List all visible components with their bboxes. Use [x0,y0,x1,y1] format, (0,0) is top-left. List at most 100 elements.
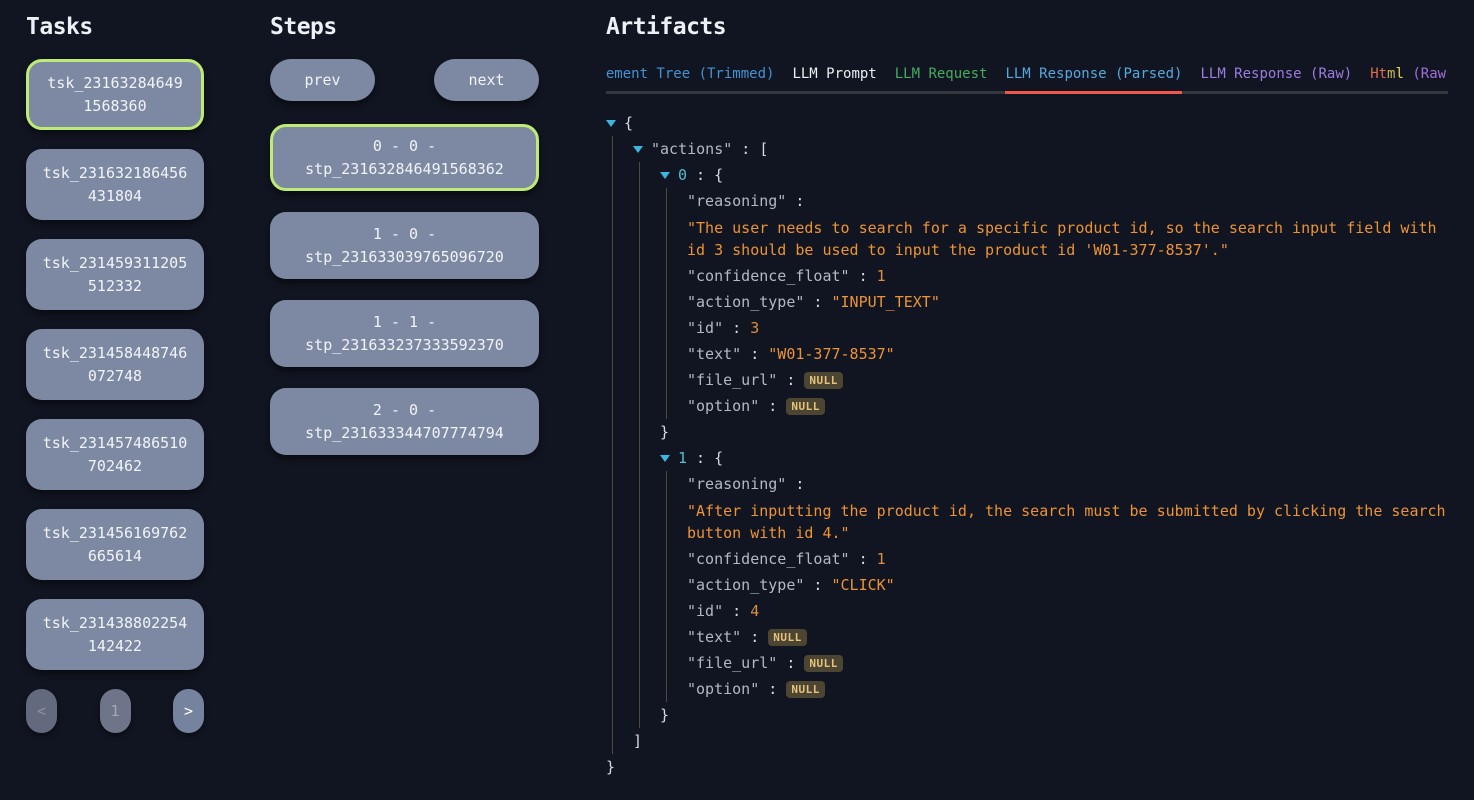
json-token-index: 0 [678,166,687,184]
json-line: "confidence_float" : 1 [606,546,1448,572]
indent-guide [612,289,613,315]
pagination-next-button[interactable]: > [173,689,204,733]
json-token-punct: : [850,550,877,568]
artifacts-title: Artifacts [606,14,1448,40]
null-badge: NULL [786,681,825,698]
json-line-content: "file_url" : NULL [687,371,843,389]
indent-guide [639,289,640,315]
json-token-punct: : [777,371,804,389]
collapse-arrow-icon[interactable] [660,455,678,462]
prev-button[interactable]: prev [270,59,375,101]
indent-guide [612,341,613,367]
json-token-string: "W01-377-8537" [768,345,894,363]
tab-llm-prompt[interactable]: LLM Prompt [792,66,876,94]
json-token-number: 1 [877,550,886,568]
json-line: "After inputting the product id, the sea… [606,497,1448,546]
indent-guide [666,214,667,263]
json-token-key: "id" [687,319,723,337]
json-token-punct: ] [633,732,642,750]
collapse-arrow-icon[interactable] [660,172,678,179]
json-token-punct: : [759,397,786,415]
json-line: 0 : { [606,162,1448,188]
null-badge: NULL [786,398,825,415]
json-token-punct: { [714,449,723,467]
indent-guide [639,341,640,367]
task-button[interactable]: tsk_231459311205512332 [26,239,204,310]
collapse-arrow-icon[interactable] [633,146,651,153]
json-line: } [606,754,1448,780]
collapse-arrow-icon[interactable] [606,120,624,127]
json-line-content: "text" : NULL [687,628,807,646]
json-line: 1 : { [606,445,1448,471]
json-token-punct: { [714,166,723,184]
indent-guide [612,393,613,419]
app-root: Tasks tsk_231632846491568360tsk_23163218… [0,0,1474,800]
indent-guide [612,188,613,214]
task-button[interactable]: tsk_231438802254142422 [26,599,204,670]
artifact-tabs: Element Tree (Trimmed) LLM Prompt LLM Requ… [606,66,1448,94]
indent-guide [666,650,667,676]
json-line: "confidence_float" : 1 [606,263,1448,289]
triangle-down-glyph [633,146,643,153]
json-line: "id" : 3 [606,315,1448,341]
json-line-content: "id" : 4 [687,602,759,620]
indent-guide [612,572,613,598]
json-line: "id" : 4 [606,598,1448,624]
indent-guide [666,497,667,546]
json-line-content: "text" : "W01-377-8537" [687,345,895,363]
json-line: "action_type" : "CLICK" [606,572,1448,598]
indent-guide [612,546,613,572]
step-button[interactable]: 0 - 0 - stp_231632846491568362 [270,124,539,191]
task-button[interactable]: tsk_231632186456431804 [26,149,204,220]
json-token-index: 1 [678,449,687,467]
tab-element-tree-trimmed[interactable]: Element Tree (Trimmed) [606,66,774,94]
indent-guide [639,393,640,419]
task-button[interactable]: tsk_231457486510702462 [26,419,204,490]
task-button[interactable]: tsk_231632846491568360 [26,59,204,130]
tab-llm-response-raw[interactable]: LLM Response (Raw) [1200,66,1352,94]
json-token-key: "reasoning" [687,475,786,493]
json-line-content: 0 : { [678,166,723,184]
step-button[interactable]: 1 - 1 - stp_231633237333592370 [270,300,539,367]
json-line: } [606,702,1448,728]
json-line-content: { [624,114,633,132]
step-button[interactable]: 2 - 0 - stp_231633344707774794 [270,388,539,455]
pagination-prev-button[interactable]: < [26,689,57,733]
indent-guide [639,263,640,289]
indent-guide [666,546,667,572]
indent-guide [612,214,613,263]
indent-guide [639,676,640,702]
json-token-string: "The user needs to search for a specific… [687,219,1437,259]
next-button[interactable]: next [434,59,539,101]
json-line-content: "id" : 3 [687,319,759,337]
indent-guide [639,471,640,497]
task-button[interactable]: tsk_231456169762665614 [26,509,204,580]
json-token-key: "option" [687,397,759,415]
tab-html-raw[interactable]: Html (Raw) [1370,66,1448,94]
json-line-content: ] [633,732,642,750]
task-button[interactable]: tsk_231458448746072748 [26,329,204,400]
json-token-punct: : [759,680,786,698]
pagination-page-button[interactable]: 1 [100,689,131,733]
indent-guide [639,188,640,214]
json-token-key: "id" [687,602,723,620]
json-line: "text" : "W01-377-8537" [606,341,1448,367]
indent-guide [639,497,640,546]
triangle-down-glyph [660,455,670,462]
tab-llm-request[interactable]: LLM Request [895,66,988,94]
indent-guide [639,546,640,572]
triangle-down-glyph [660,172,670,179]
json-token-key: "action_type" [687,293,804,311]
tab-llm-response-parsed[interactable]: LLM Response (Parsed) [1005,66,1182,94]
task-list: tsk_231632846491568360 tsk_23163218645643… [26,59,204,670]
json-token-string: "CLICK" [832,576,895,594]
json-token-punct: } [660,706,669,724]
indent-guide [639,572,640,598]
json-token-punct: : [741,345,768,363]
json-token-key: "actions" [651,140,732,158]
step-button[interactable]: 1 - 0 - stp_231633039765096720 [270,212,539,279]
indent-guide [612,445,613,471]
artifacts-panel: Artifacts Element Tree (Trimmed) LLM Prom… [606,0,1448,780]
json-line: } [606,419,1448,445]
indent-guide [639,419,640,445]
